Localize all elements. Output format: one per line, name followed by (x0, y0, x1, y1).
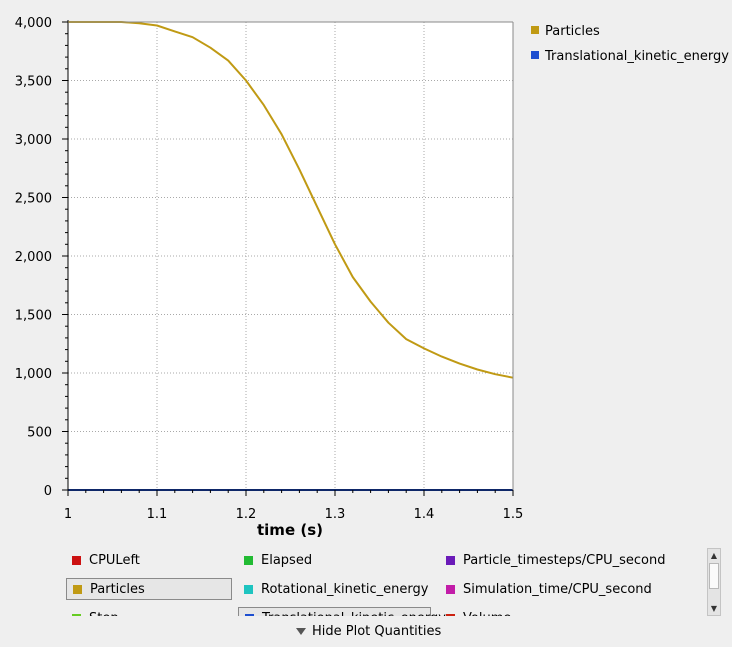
color-swatch (245, 613, 254, 616)
y-tick-label: 1,500 (15, 309, 52, 324)
plot-quantities-list: CPULeft Elapsed Particle_timesteps/CPU_sec… (60, 546, 704, 616)
plot-quantity-label: Step (89, 611, 119, 617)
scrollbar-thumb[interactable] (709, 563, 719, 589)
y-tick-label: 2,500 (15, 192, 52, 207)
y-tick-label: 2,000 (15, 250, 52, 265)
x-tick-label: 1.1 (147, 507, 168, 522)
plot-quantity-simulation-time-cpu-second[interactable]: Simulation_time/CPU_second (440, 578, 690, 600)
color-swatch (446, 613, 455, 616)
plot-quantity-translational-kinetic-energy[interactable]: Translational_kinetic_energy (238, 607, 446, 616)
hide-plot-quantities-button[interactable]: Hide Plot Quantities (296, 621, 441, 641)
scroll-down-arrow-icon[interactable]: ▼ (708, 602, 720, 615)
color-swatch (72, 555, 81, 565)
color-swatch (244, 584, 253, 594)
plot-panel: 0 500 1,000 1,500 2,000 2,500 3,000 3,500 4,000 … (0, 0, 732, 545)
legend-label: Particles (545, 24, 600, 39)
legend-swatch (531, 51, 539, 59)
plot-quantity-volume[interactable]: Volume (440, 607, 690, 616)
triangle-down-icon (296, 627, 306, 635)
y-tick-label: 3,500 (15, 75, 52, 90)
plot-quantity-label: Volume (463, 611, 511, 617)
y-tick-label: 3,000 (15, 133, 52, 148)
x-tick-labels: 1 1.1 1.2 1.3 1.4 1.5 (64, 507, 523, 522)
quantities-scrollbar[interactable]: ▲ ▼ (707, 548, 721, 616)
plot-quantity-label: Translational_kinetic_energy (262, 611, 446, 617)
plot-quantity-label: Rotational_kinetic_energy (261, 581, 429, 597)
legend-swatch (531, 26, 539, 34)
plot-quantity-label: Elapsed (261, 552, 313, 568)
plot-quantity-label: Simulation_time/CPU_second (463, 581, 652, 597)
hide-plot-quantities-label: Hide Plot Quantities (312, 623, 442, 639)
color-swatch (446, 555, 455, 565)
x-tick-label: 1.5 (503, 507, 524, 522)
color-swatch (72, 613, 81, 616)
plot-quantity-label: CPULeft (89, 552, 140, 568)
y-tick-label: 4,000 (15, 16, 52, 31)
plot-quantity-label: Particles (90, 581, 145, 597)
y-tick-label: 500 (27, 426, 52, 441)
color-swatch (446, 584, 455, 594)
x-tick-label: 1.4 (414, 507, 435, 522)
color-swatch (244, 555, 253, 565)
y-tick-labels: 0 500 1,000 1,500 2,000 2,500 3,000 3,500 4,000 (15, 16, 52, 499)
scroll-up-arrow-icon[interactable]: ▲ (708, 549, 720, 562)
x-axis-title: time (s) (257, 521, 323, 539)
x-tick-label: 1.3 (325, 507, 346, 522)
plot-quantity-elapsed[interactable]: Elapsed (238, 549, 431, 571)
color-swatch (73, 584, 82, 594)
plot-quantity-particles[interactable]: Particles (66, 578, 232, 600)
plot-quantity-rotational-kinetic-energy[interactable]: Rotational_kinetic_energy (238, 578, 431, 600)
legend-label: Translational_kinetic_energy (544, 49, 729, 64)
line-chart: 05001,0001,5002,0002,5003,0003,5004,000 … (15, 16, 729, 539)
plot-quantity-step[interactable]: Step (66, 607, 232, 616)
plot-quantity-particle-timesteps-cpu-second[interactable]: Particle_timesteps/CPU_second (440, 549, 690, 571)
x-tick-label: 1 (64, 507, 72, 522)
y-tick-label: 1,000 (15, 367, 52, 382)
chart-legend: Particles Translational_kinetic_energy (531, 24, 729, 64)
plot-quantity-label: Particle_timesteps/CPU_second (463, 552, 666, 568)
y-tick-label: 0 (44, 484, 52, 499)
plot-quantity-cpuleft[interactable]: CPULeft (66, 549, 232, 571)
x-tick-label: 1.2 (236, 507, 257, 522)
